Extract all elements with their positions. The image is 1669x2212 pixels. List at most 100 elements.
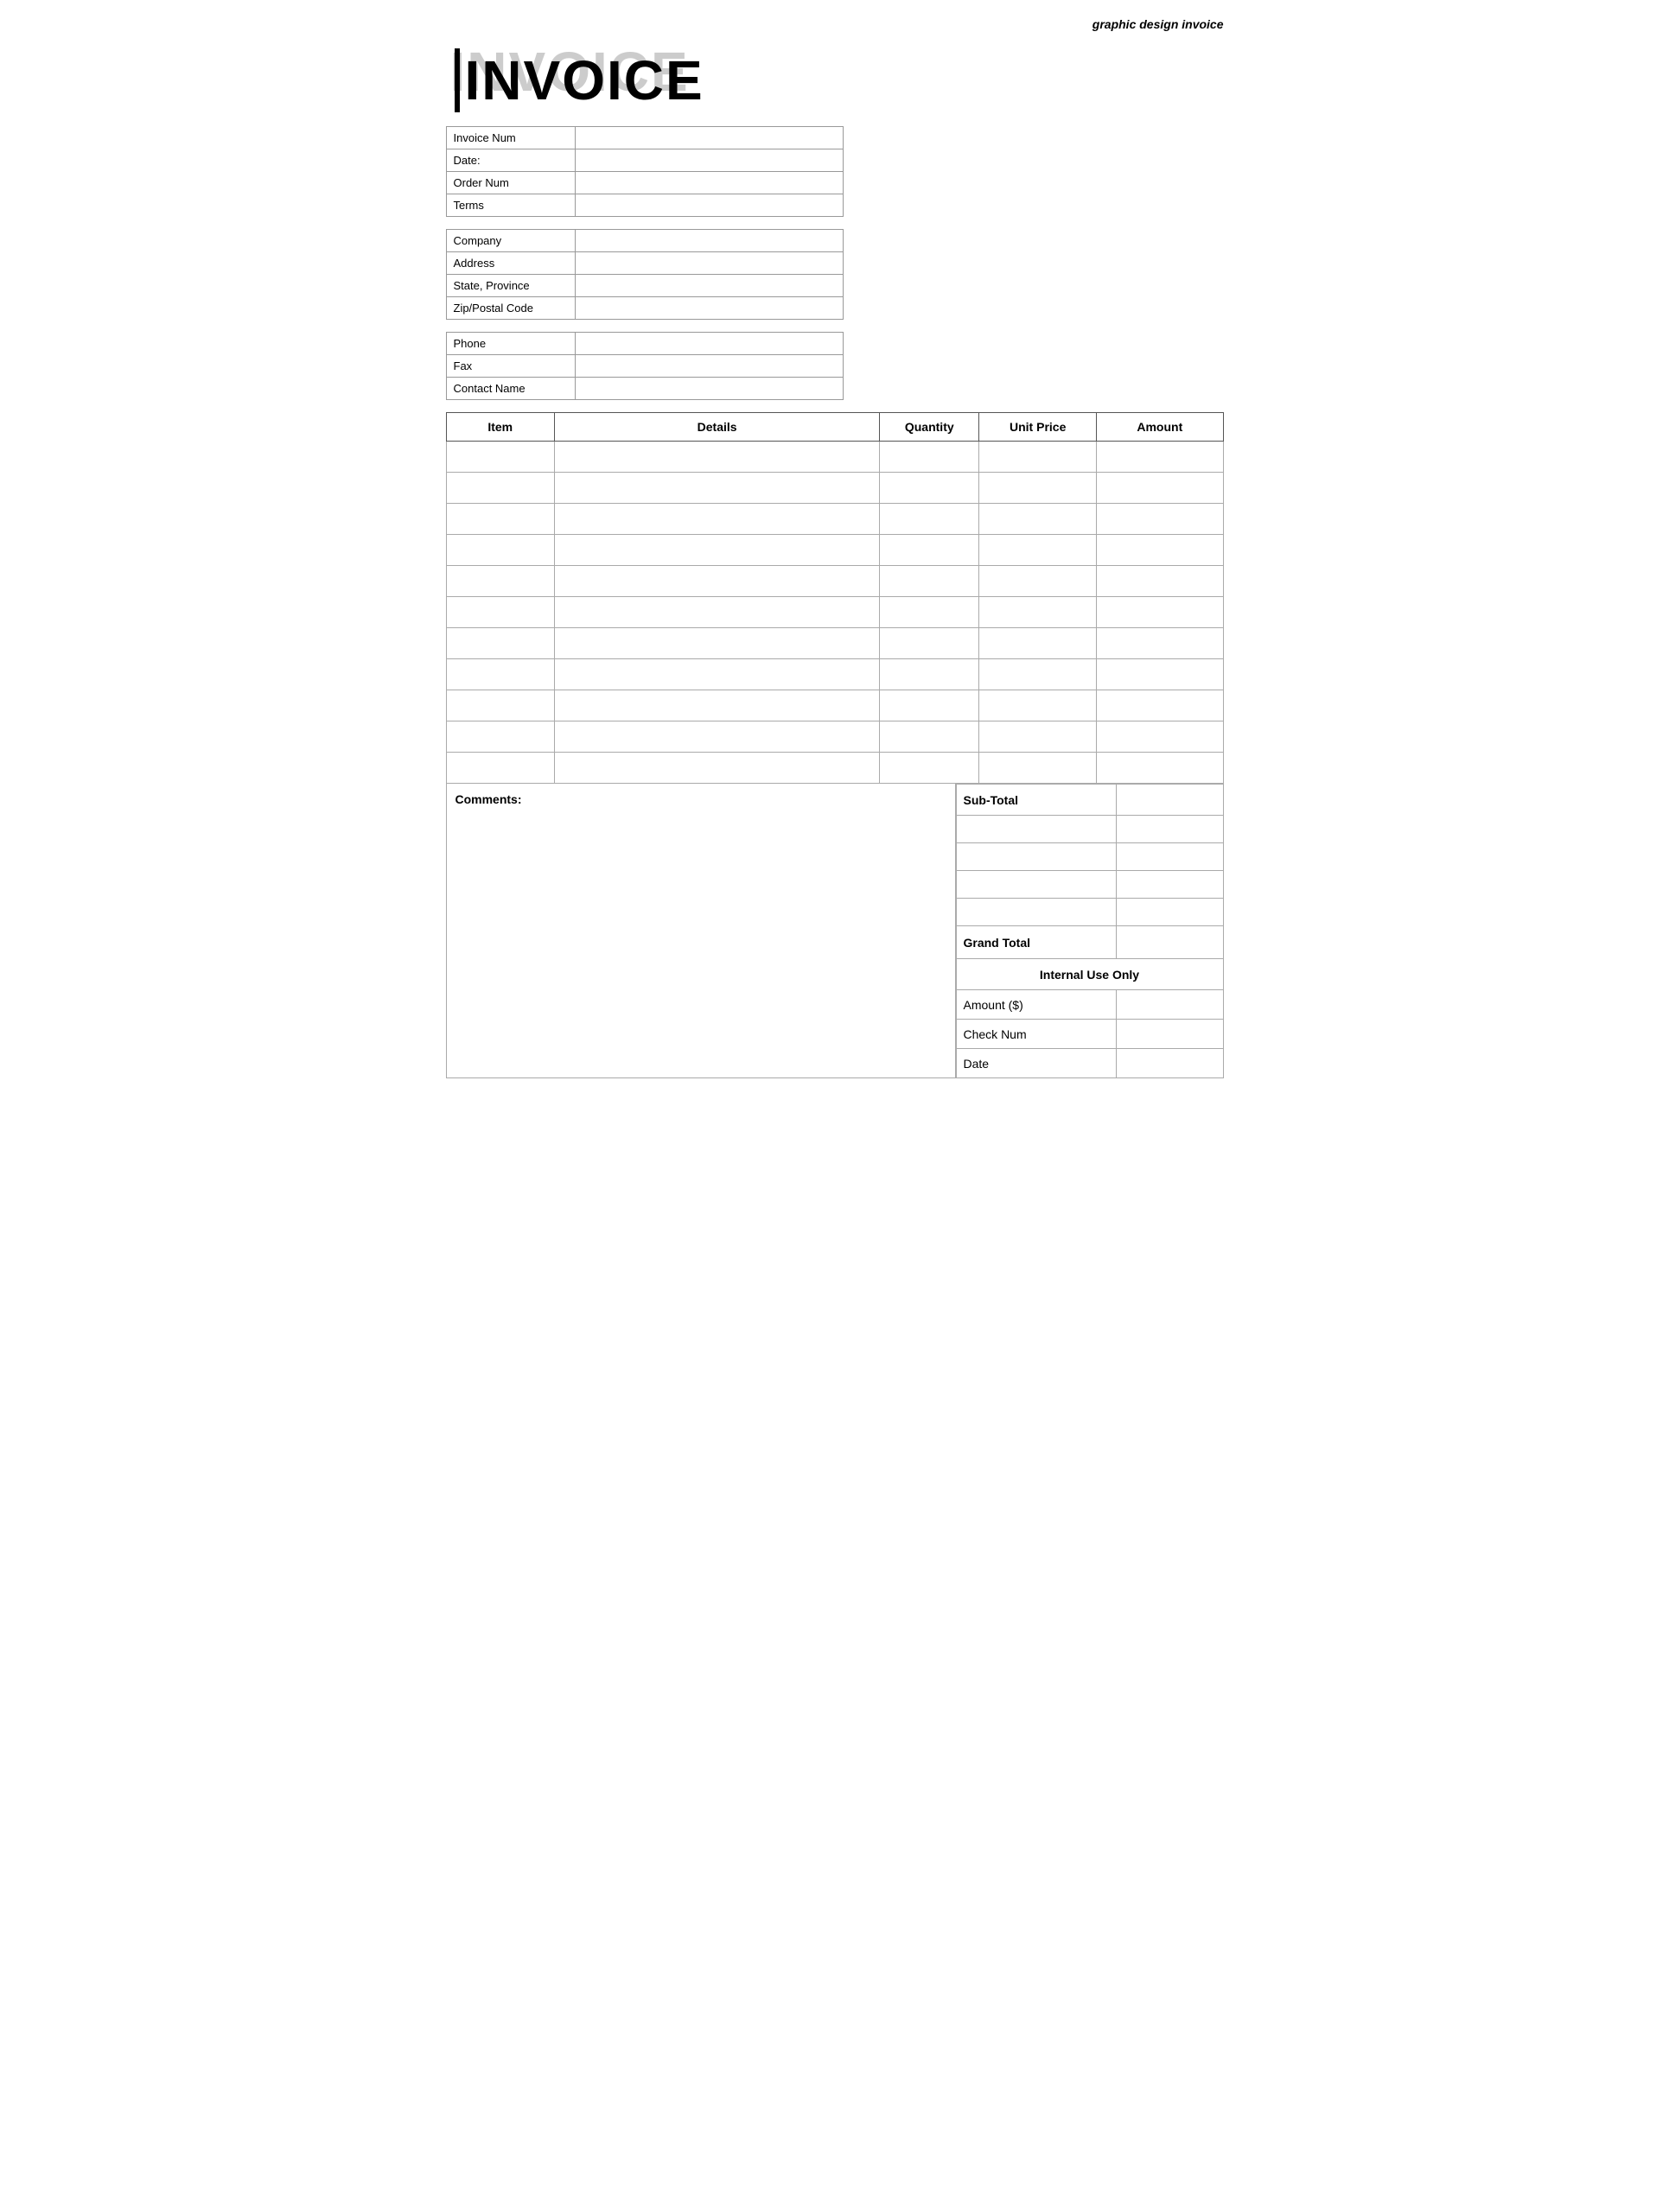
- item-cell-3[interactable]: [446, 504, 554, 535]
- qty-cell-10[interactable]: [880, 721, 979, 753]
- unit-cell-4[interactable]: [979, 535, 1097, 566]
- internal-date-row: Date: [956, 1049, 1223, 1078]
- item-cell-9[interactable]: [446, 690, 554, 721]
- amount-cell-2[interactable]: [1097, 473, 1223, 504]
- unit-cell-10[interactable]: [979, 721, 1097, 753]
- invoice-info-section: Invoice Num Date: Order Num Terms: [446, 126, 1224, 217]
- unit-cell-3[interactable]: [979, 504, 1097, 535]
- item-cell-8[interactable]: [446, 659, 554, 690]
- details-header: Details: [554, 413, 879, 442]
- totals-blank-value-3[interactable]: [1116, 871, 1223, 899]
- totals-blank-value-2[interactable]: [1116, 843, 1223, 871]
- unit-cell-7[interactable]: [979, 628, 1097, 659]
- invoice-title-main: INVOICE: [455, 48, 704, 112]
- totals-blank-label-2[interactable]: [956, 843, 1116, 871]
- qty-cell-8[interactable]: [880, 659, 979, 690]
- internal-amount-value[interactable]: [1116, 990, 1223, 1020]
- invoice-num-row: Invoice Num: [446, 127, 843, 149]
- order-num-label: Order Num: [446, 172, 575, 194]
- qty-cell-6[interactable]: [880, 597, 979, 628]
- date-value[interactable]: [575, 149, 843, 172]
- grand-total-value[interactable]: [1116, 926, 1223, 959]
- details-cell-9[interactable]: [554, 690, 879, 721]
- amount-cell-8[interactable]: [1097, 659, 1223, 690]
- totals-blank-row-1: [956, 816, 1223, 843]
- qty-cell-1[interactable]: [880, 442, 979, 473]
- amount-cell-11[interactable]: [1097, 753, 1223, 784]
- totals-blank-label-4[interactable]: [956, 899, 1116, 926]
- details-cell-6[interactable]: [554, 597, 879, 628]
- item-cell-10[interactable]: [446, 721, 554, 753]
- internal-amount-row: Amount ($): [956, 990, 1223, 1020]
- company-info-section: Company Address State, Province Zip/Post…: [446, 229, 1224, 320]
- totals-blank-label-1[interactable]: [956, 816, 1116, 843]
- items-table: Item Details Quantity Unit Price Amount: [446, 412, 1224, 784]
- qty-cell-3[interactable]: [880, 504, 979, 535]
- item-cell-7[interactable]: [446, 628, 554, 659]
- terms-value[interactable]: [575, 194, 843, 217]
- item-cell-4[interactable]: [446, 535, 554, 566]
- amount-cell-6[interactable]: [1097, 597, 1223, 628]
- subtotal-value[interactable]: [1116, 785, 1223, 816]
- company-row: Company: [446, 230, 843, 252]
- qty-cell-11[interactable]: [880, 753, 979, 784]
- unit-cell-1[interactable]: [979, 442, 1097, 473]
- state-province-value[interactable]: [575, 275, 843, 297]
- internal-date-value[interactable]: [1116, 1049, 1223, 1078]
- zip-postal-value[interactable]: [575, 297, 843, 320]
- details-cell-2[interactable]: [554, 473, 879, 504]
- state-province-label: State, Province: [446, 275, 575, 297]
- unit-cell-11[interactable]: [979, 753, 1097, 784]
- amount-cell-1[interactable]: [1097, 442, 1223, 473]
- item-cell-5[interactable]: [446, 566, 554, 597]
- qty-cell-5[interactable]: [880, 566, 979, 597]
- invoice-num-value[interactable]: [575, 127, 843, 149]
- company-value[interactable]: [575, 230, 843, 252]
- table-row: [446, 597, 1223, 628]
- unit-cell-6[interactable]: [979, 597, 1097, 628]
- details-cell-8[interactable]: [554, 659, 879, 690]
- amount-cell-7[interactable]: [1097, 628, 1223, 659]
- unit-cell-2[interactable]: [979, 473, 1097, 504]
- internal-checknum-value[interactable]: [1116, 1020, 1223, 1049]
- fax-row: Fax: [446, 355, 843, 378]
- unit-cell-5[interactable]: [979, 566, 1097, 597]
- unit-cell-9[interactable]: [979, 690, 1097, 721]
- qty-cell-2[interactable]: [880, 473, 979, 504]
- totals-blank-label-3[interactable]: [956, 871, 1116, 899]
- details-cell-11[interactable]: [554, 753, 879, 784]
- amount-cell-3[interactable]: [1097, 504, 1223, 535]
- item-cell-6[interactable]: [446, 597, 554, 628]
- invoice-info-table: Invoice Num Date: Order Num Terms: [446, 126, 844, 217]
- item-cell-2[interactable]: [446, 473, 554, 504]
- amount-cell-5[interactable]: [1097, 566, 1223, 597]
- details-cell-3[interactable]: [554, 504, 879, 535]
- contact-name-value[interactable]: [575, 378, 843, 400]
- order-num-value[interactable]: [575, 172, 843, 194]
- contact-name-label: Contact Name: [446, 378, 575, 400]
- amount-cell-4[interactable]: [1097, 535, 1223, 566]
- totals-blank-value-1[interactable]: [1116, 816, 1223, 843]
- details-cell-10[interactable]: [554, 721, 879, 753]
- fax-value[interactable]: [575, 355, 843, 378]
- qty-cell-7[interactable]: [880, 628, 979, 659]
- comments-area[interactable]: Comments:: [446, 784, 956, 1078]
- qty-cell-9[interactable]: [880, 690, 979, 721]
- item-cell-1[interactable]: [446, 442, 554, 473]
- amount-cell-10[interactable]: [1097, 721, 1223, 753]
- details-cell-7[interactable]: [554, 628, 879, 659]
- amount-cell-9[interactable]: [1097, 690, 1223, 721]
- table-row: [446, 473, 1223, 504]
- item-cell-11[interactable]: [446, 753, 554, 784]
- table-row: [446, 442, 1223, 473]
- address-value[interactable]: [575, 252, 843, 275]
- phone-value[interactable]: [575, 333, 843, 355]
- qty-cell-4[interactable]: [880, 535, 979, 566]
- totals-blank-row-2: [956, 843, 1223, 871]
- details-cell-4[interactable]: [554, 535, 879, 566]
- unit-cell-8[interactable]: [979, 659, 1097, 690]
- details-cell-1[interactable]: [554, 442, 879, 473]
- details-cell-5[interactable]: [554, 566, 879, 597]
- totals-blank-value-4[interactable]: [1116, 899, 1223, 926]
- contact-info-table: Phone Fax Contact Name: [446, 332, 844, 400]
